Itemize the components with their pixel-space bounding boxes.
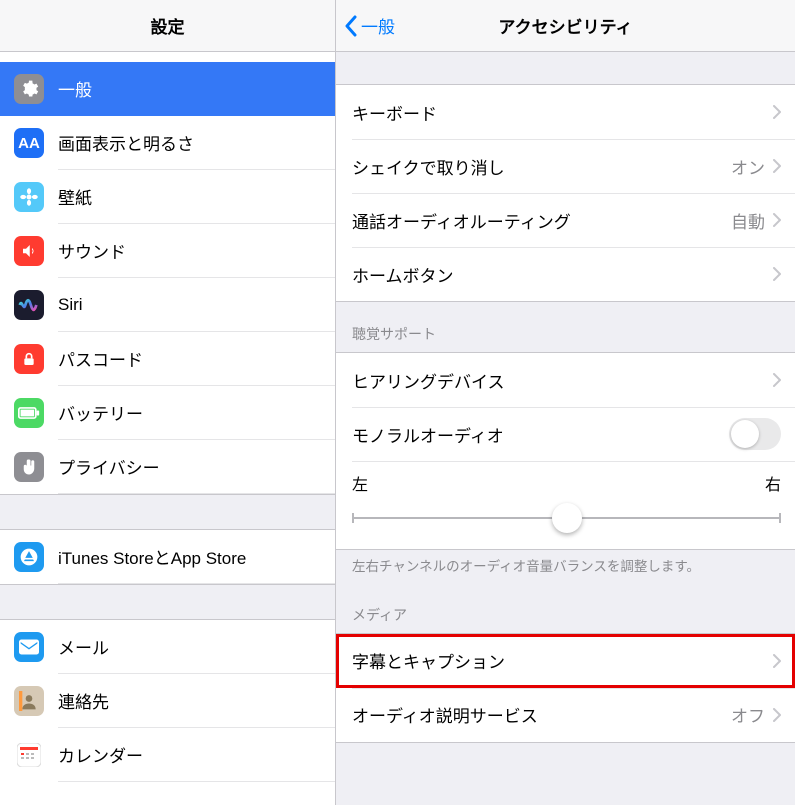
sidebar-list[interactable]: 一般 AA 画面表示と明るさ壁紙サウンド Siri パスコードバッテリープライバシー iT… <box>0 52 335 805</box>
lock-icon <box>14 344 44 374</box>
balance-left-label: 左 <box>352 471 368 495</box>
aa-icon: AA <box>14 128 44 158</box>
back-label: 一般 <box>361 13 395 38</box>
row-label: 通話オーディオルーティング <box>352 208 731 233</box>
row-label: キーボード <box>352 100 773 125</box>
settings-group: 字幕とキャプションオーディオ説明サービスオフ <box>336 633 795 743</box>
calendar-icon <box>14 740 44 770</box>
sidebar-item-display[interactable]: AA 画面表示と明るさ <box>0 116 335 170</box>
sidebar-item-wallpaper[interactable]: 壁紙 <box>0 170 335 224</box>
sidebar-separator <box>0 584 335 620</box>
section-header: 聴覚サポート <box>336 302 795 352</box>
siri-icon <box>14 290 44 320</box>
sidebar-header: 設定 <box>0 0 335 52</box>
section-header: メディア <box>336 583 795 633</box>
sidebar-item-sound[interactable]: サウンド <box>0 224 335 278</box>
appstore-icon <box>14 542 44 572</box>
sidebar-item-label: カレンダー <box>58 742 143 767</box>
row-label: ホームボタン <box>352 262 773 287</box>
section-footer: 左右チャンネルのオーディオ音量バランスを調整します。 <box>336 550 795 583</box>
slider-track[interactable] <box>352 503 781 533</box>
sidebar-item-privacy[interactable]: プライバシー <box>0 440 335 494</box>
mail-icon <box>14 632 44 662</box>
toggle-switch[interactable] <box>729 418 781 450</box>
sidebar-separator <box>0 494 335 530</box>
flower-icon <box>14 182 44 212</box>
sidebar-item-store[interactable]: iTunes StoreとApp Store <box>0 530 335 584</box>
sidebar-item-label: メール <box>58 634 109 659</box>
row-label: シェイクで取り消し <box>352 154 731 179</box>
sidebar-item-label: 画面表示と明るさ <box>58 130 194 155</box>
settings-row[interactable]: キーボード <box>336 85 795 139</box>
gear-icon <box>14 74 44 104</box>
chevron-right-icon <box>773 654 781 668</box>
sidebar-item-battery[interactable]: バッテリー <box>0 386 335 440</box>
chevron-right-icon <box>773 105 781 119</box>
chevron-right-icon <box>773 159 781 173</box>
row-value: オフ <box>731 702 765 727</box>
settings-row[interactable]: 通話オーディオルーティング自動 <box>336 193 795 247</box>
sidebar-item-calendar[interactable]: カレンダー <box>0 728 335 782</box>
sidebar: 設定 一般 AA 画面表示と明るさ壁紙サウンド Siri パスコードバッテリープライバシ… <box>0 0 336 805</box>
sidebar-item-contacts[interactable]: 連絡先 <box>0 674 335 728</box>
sidebar-item-general[interactable]: 一般 <box>0 62 335 116</box>
settings-row[interactable]: オーディオ説明サービスオフ <box>336 688 795 742</box>
slider-thumb[interactable] <box>552 503 582 533</box>
battery-icon <box>14 398 44 428</box>
sidebar-item-label: パスコード <box>58 346 143 371</box>
sidebar-item-label: 連絡先 <box>58 688 109 713</box>
contacts-icon <box>14 686 44 716</box>
row-label: モノラルオーディオ <box>352 422 729 447</box>
sidebar-item-label: Siri <box>58 295 83 315</box>
speaker-icon <box>14 236 44 266</box>
row-value: 自動 <box>731 208 765 233</box>
sidebar-item-label: プライバシー <box>58 454 160 479</box>
chevron-left-icon <box>344 15 357 37</box>
row-label: オーディオ説明サービス <box>352 702 731 727</box>
settings-group: キーボードシェイクで取り消しオン通話オーディオルーティング自動ホームボタン <box>336 84 795 302</box>
sidebar-item-label: 一般 <box>58 76 92 101</box>
sidebar-item-label: 壁紙 <box>58 184 92 209</box>
sidebar-item-passcode[interactable]: パスコード <box>0 332 335 386</box>
settings-row[interactable]: モノラルオーディオ <box>336 407 795 461</box>
balance-right-label: 右 <box>765 471 781 495</box>
chevron-right-icon <box>773 267 781 281</box>
settings-group: ヒアリングデバイスモノラルオーディオ左右 <box>336 352 795 550</box>
detail-header: 一般 アクセシビリティ <box>336 0 795 52</box>
hand-icon <box>14 452 44 482</box>
sidebar-item-label: バッテリー <box>58 400 143 425</box>
settings-row[interactable]: 字幕とキャプション <box>336 634 795 688</box>
audio-balance-slider[interactable]: 左右 <box>336 461 795 549</box>
detail-pane: 一般 アクセシビリティ キーボードシェイクで取り消しオン通話オーディオルーティン… <box>336 0 795 805</box>
chevron-right-icon <box>773 213 781 227</box>
back-button[interactable]: 一般 <box>344 13 395 38</box>
settings-row[interactable]: シェイクで取り消しオン <box>336 139 795 193</box>
row-label: ヒアリングデバイス <box>352 368 773 393</box>
settings-row[interactable]: ホームボタン <box>336 247 795 301</box>
sidebar-item-label: iTunes StoreとApp Store <box>58 544 246 569</box>
sidebar-item-siri[interactable]: Siri <box>0 278 335 332</box>
row-label: 字幕とキャプション <box>352 648 773 673</box>
sidebar-item-label: サウンド <box>58 238 126 263</box>
detail-body[interactable]: キーボードシェイクで取り消しオン通話オーディオルーティング自動ホームボタン聴覚サ… <box>336 52 795 805</box>
row-value: オン <box>731 154 765 179</box>
chevron-right-icon <box>773 708 781 722</box>
sidebar-item-mail[interactable]: メール <box>0 620 335 674</box>
detail-title: アクセシビリティ <box>498 13 632 38</box>
settings-row[interactable]: ヒアリングデバイス <box>336 353 795 407</box>
chevron-right-icon <box>773 373 781 387</box>
sidebar-title: 設定 <box>151 13 185 38</box>
